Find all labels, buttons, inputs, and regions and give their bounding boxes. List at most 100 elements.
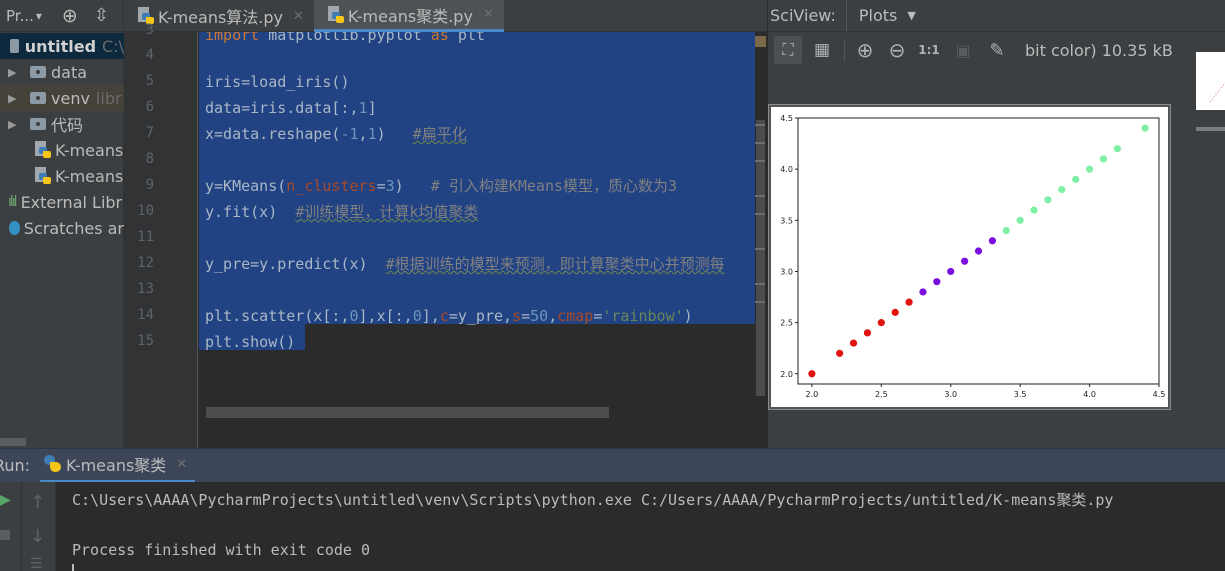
data-point-cluster-0 — [863, 329, 872, 337]
data-point-cluster-1 — [933, 278, 941, 286]
project-view-selector[interactable]: Pr... ▾ — [0, 0, 48, 32]
tree-item-label: 代码 — [51, 116, 84, 135]
y-tick-label: 3.0 — [780, 267, 793, 276]
y-tick-label: 2.0 — [780, 370, 793, 379]
sidebar-hscrollbar[interactable] — [0, 438, 26, 446]
tree-item-scratches[interactable]: Scratches ar — [0, 215, 124, 241]
data-point-cluster-1 — [974, 247, 983, 255]
run-panel-header: Run: K-means聚类 ✕ — [0, 448, 1225, 483]
stop-button[interactable] — [0, 530, 10, 540]
close-icon[interactable]: ✕ — [176, 457, 187, 472]
run-tab-label: K-means聚类 — [66, 456, 167, 475]
grid-icon: ▦ — [813, 40, 831, 60]
expand-arrow-icon[interactable]: ▶ — [8, 66, 18, 79]
tree-item-external-libraries[interactable]: ılıl External Libr — [0, 189, 124, 215]
actual-size-button[interactable]: 1:1 — [915, 36, 943, 64]
editor-horizontal-scrollbar[interactable] — [199, 404, 767, 448]
expand-arrow-icon[interactable]: ▶ — [8, 118, 18, 131]
tree-item-kmeans-file-1[interactable]: K-means — [0, 137, 124, 163]
data-point-cluster-1 — [947, 267, 955, 276]
chevron-down-icon: ▼ — [907, 9, 916, 22]
plots-tab-dropdown[interactable]: Plots ▼ — [847, 6, 916, 25]
code-line-6: data=iris.data[:,1] — [205, 99, 377, 117]
scroll-marker — [755, 160, 765, 162]
soft-wrap-icon[interactable]: ☰ — [30, 556, 43, 571]
fit-icon: ⛶ — [782, 40, 794, 59]
run-label: Run: — [0, 456, 31, 475]
close-icon[interactable]: ✕ — [293, 9, 304, 24]
console-command-line: C:\Users\AAAA\PycharmProjects\untitled\v… — [72, 491, 1114, 509]
scroll-marker — [755, 142, 765, 144]
toolbar-separator — [844, 39, 845, 61]
plot-thumbnail[interactable] — [1196, 52, 1225, 110]
editor-tabbar: K-means算法.py ✕ K-means聚类.py ✕ — [124, 0, 767, 32]
run-toolbar-primary: ▶ — [0, 482, 22, 571]
data-point-cluster-1 — [919, 288, 927, 296]
scroll-down-icon[interactable]: ↓ — [30, 526, 45, 547]
close-icon[interactable]: ✕ — [483, 7, 494, 22]
scrollbar-thumb[interactable] — [206, 407, 609, 418]
tree-item-untitled[interactable]: untitled C:\ — [0, 33, 124, 59]
tab-label: K-means算法.py — [158, 8, 284, 27]
sciview-panel: SciView: Plots ▼ ⛶ ▦ ⊕ ⊖ 1:1 ▣ ✎ bit col… — [767, 0, 1225, 448]
line-number: 8 — [145, 151, 154, 167]
zoom-in-button[interactable]: ⊕ — [851, 36, 879, 64]
scroll-marker — [755, 248, 765, 250]
data-point-cluster-2 — [1030, 206, 1038, 214]
thumbnail-scrollbar[interactable] — [1196, 127, 1225, 131]
run-tab-kmeans[interactable]: K-means聚类 ✕ — [40, 449, 196, 483]
tree-item-kmeans-file-2[interactable]: K-means — [0, 163, 124, 189]
locate-file-button[interactable]: ⊕ — [56, 0, 84, 32]
tree-item-label: untitled — [24, 36, 97, 56]
tree-item-hint: libr — [95, 88, 122, 108]
line-number: 14 — [137, 307, 154, 323]
tree-item-data[interactable]: ▶ data — [0, 59, 124, 85]
folder-icon — [30, 66, 46, 78]
plot-image[interactable]: 2.0 2.5 3.0 3.5 4.0 4.5 2.0 2.5 3.0 3.5 4.0 4.5 — [768, 104, 1171, 410]
zoom-out-button[interactable]: ⊖ — [883, 36, 911, 64]
zoom-out-icon: ⊖ — [888, 38, 906, 62]
data-point-cluster-2 — [1099, 155, 1108, 163]
rerun-button[interactable]: ▶ — [0, 492, 11, 508]
collapse-all-button[interactable]: ⇳ — [88, 0, 115, 32]
console-exit-message: Process finished with exit code 0 — [72, 541, 371, 559]
tree-item-venv[interactable]: ▶ venv libr — [0, 85, 124, 111]
run-console[interactable]: C:\Users\AAAA\PycharmProjects\untitled\v… — [56, 482, 1225, 571]
code-line-9: y=KMeans(n_clusters=3) # 引入构建KMeans模型，质心… — [205, 177, 678, 195]
tab-label: K-means聚类.py — [347, 6, 473, 26]
line-number: 11 — [137, 229, 154, 245]
chevron-down-icon: ▾ — [35, 8, 42, 23]
scroll-marker — [755, 213, 765, 215]
color-picker-button[interactable]: ✎ — [983, 36, 1011, 64]
python-file-icon — [33, 167, 51, 185]
scroll-up-icon[interactable]: ↑ — [30, 492, 45, 513]
crosshair-icon: ⊕ — [61, 4, 78, 27]
tab-kmeans-clustering[interactable]: K-means聚类.py ✕ — [313, 0, 504, 32]
x-tick-label: 4.0 — [1083, 390, 1096, 399]
line-number: 4 — [145, 47, 154, 63]
tree-item-label: External Libr — [20, 192, 123, 212]
x-tick-label: 3.5 — [1014, 390, 1027, 399]
data-point-cluster-2 — [1016, 216, 1024, 224]
data-point-cluster-2 — [1058, 186, 1066, 194]
python-file-icon — [326, 5, 344, 24]
code-editor[interactable]: import matplotlib.pyplot as plt iris=loa… — [199, 32, 755, 404]
tree-item-code-folder[interactable]: ▶ 代码 — [0, 111, 124, 137]
folder-icon — [10, 39, 19, 53]
scroll-marker — [755, 283, 765, 285]
data-points — [808, 124, 1149, 378]
grid-toggle-button[interactable]: ▦ — [808, 36, 836, 64]
x-tick-label: 3.0 — [944, 390, 957, 399]
y-tick-label: 2.5 — [780, 319, 793, 328]
line-number: 9 — [145, 177, 154, 193]
y-tick-label: 3.5 — [780, 216, 793, 225]
data-point-cluster-0 — [877, 319, 885, 327]
editor-vertical-scrollbar[interactable] — [755, 32, 767, 404]
expand-arrow-icon[interactable]: ▶ — [8, 92, 18, 105]
background-toggle-button[interactable]: ▣ — [949, 36, 977, 64]
python-icon — [44, 455, 62, 473]
tree-item-label: K-means — [55, 166, 124, 186]
data-point-cluster-2 — [1002, 226, 1010, 235]
fit-to-window-button[interactable]: ⛶ — [774, 36, 802, 64]
plots-tab-label: Plots — [858, 6, 898, 25]
